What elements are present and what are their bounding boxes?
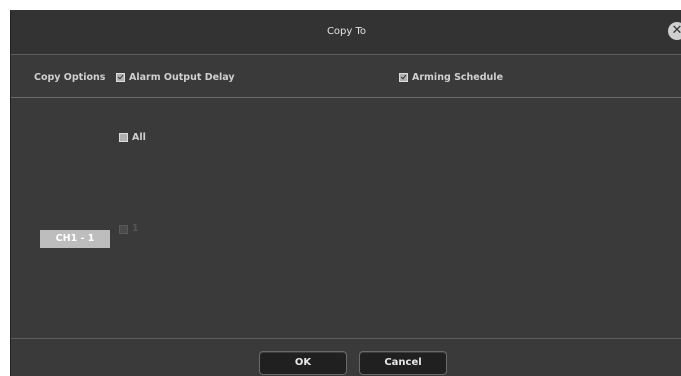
alarm-output-delay-label[interactable]: Alarm Output Delay — [129, 72, 235, 83]
cancel-button[interactable]: Cancel — [359, 351, 447, 375]
channel-1-checkbox[interactable] — [119, 225, 128, 234]
arming-schedule-checkbox[interactable] — [399, 73, 408, 82]
divider — [11, 54, 681, 55]
alarm-output-delay-checkbox[interactable] — [116, 73, 125, 82]
title-bar: Copy To ✕ — [11, 10, 681, 54]
close-icon[interactable]: ✕ — [668, 22, 681, 40]
options-divider — [11, 97, 681, 98]
copy-options-label: Copy Options — [34, 72, 106, 83]
arming-schedule-label[interactable]: Arming Schedule — [412, 72, 503, 83]
footer-divider — [11, 338, 681, 339]
source-channel-label: CH1 - 1 — [40, 230, 110, 248]
channel-1-label: 1 — [132, 223, 139, 234]
ok-button[interactable]: OK — [259, 351, 347, 375]
dialog-title: Copy To — [326, 26, 367, 37]
all-channels-checkbox[interactable] — [119, 133, 128, 142]
copy-to-dialog: Copy To ✕ Copy Options Alarm Output Dela… — [10, 10, 681, 376]
all-channels-label[interactable]: All — [132, 132, 146, 143]
